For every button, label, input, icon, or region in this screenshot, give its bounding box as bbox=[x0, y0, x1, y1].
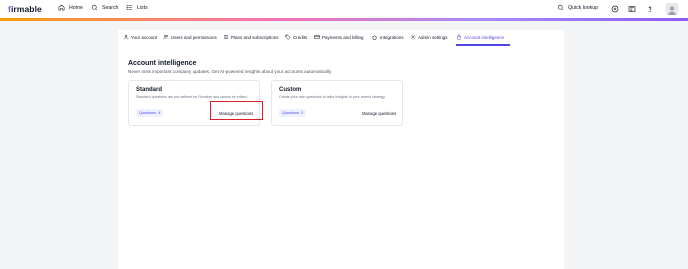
nav-home[interactable]: Home bbox=[58, 4, 83, 11]
tab-label: Admin settings bbox=[418, 34, 448, 40]
badge-label: Questions bbox=[282, 111, 300, 115]
custom-card: Custom Create your own questions to tail… bbox=[271, 80, 403, 126]
card-title: Standard bbox=[136, 87, 163, 93]
nav-search[interactable]: Search bbox=[91, 4, 118, 11]
badge-label: Questions bbox=[139, 111, 157, 115]
quick-lookup-button[interactable]: Quick lookup bbox=[557, 4, 598, 11]
user-avatar-icon bbox=[668, 6, 676, 15]
tab-integrations[interactable]: Integrations bbox=[372, 34, 404, 40]
help-icon bbox=[648, 6, 651, 12]
search-icon bbox=[557, 4, 564, 11]
users-icon bbox=[163, 34, 169, 40]
manage-questions-button[interactable]: Manage questions bbox=[358, 105, 401, 121]
tab-label: Account intelligence bbox=[464, 34, 505, 40]
tab-users-and-permissions[interactable]: Users and permissions bbox=[163, 34, 217, 40]
tab-admin-settings[interactable]: Admin settings bbox=[410, 34, 448, 40]
settings-tabs: Your account Users and permissions Plans… bbox=[118, 30, 564, 47]
tab-label: Plans and subscriptions bbox=[231, 34, 279, 40]
list-icon bbox=[224, 35, 228, 39]
gear-icon bbox=[410, 34, 416, 40]
badge-count: 2 bbox=[301, 111, 304, 115]
tab-label: Payments and billing bbox=[322, 34, 364, 40]
questions-badge: Questions 2 bbox=[279, 109, 307, 117]
tag-icon bbox=[285, 34, 291, 40]
tab-account-intelligence[interactable]: Account intelligence bbox=[456, 34, 504, 40]
tab-label: Credits bbox=[293, 34, 308, 40]
tab-label: Users and permissions bbox=[171, 34, 217, 40]
tab-your-account[interactable]: Your account bbox=[123, 34, 157, 40]
brand-gradient-bar bbox=[0, 18, 688, 21]
add-button[interactable] bbox=[610, 4, 619, 13]
help-button[interactable] bbox=[645, 4, 654, 13]
page-title: Account intelligence bbox=[128, 60, 197, 67]
card-description: Create your own questions to tailor insi… bbox=[279, 95, 386, 99]
firmable-logo[interactable]: firmable bbox=[8, 4, 42, 14]
search-icon bbox=[91, 4, 98, 11]
plus-circle-icon bbox=[611, 5, 618, 12]
badge-count: 4 bbox=[158, 111, 161, 115]
nav-lists[interactable]: Lists bbox=[126, 4, 148, 11]
tab-label: Integrations bbox=[380, 34, 404, 40]
top-navbar: firmable Home Search Lists Quick lookup bbox=[0, 0, 688, 18]
nav-home-label: Home bbox=[69, 4, 83, 11]
list-icon bbox=[126, 5, 133, 10]
tab-payments-and-billing[interactable]: Payments and billing bbox=[314, 34, 364, 40]
user-icon bbox=[123, 34, 129, 40]
puzzle-icon bbox=[372, 35, 377, 40]
nav-lists-label: Lists bbox=[137, 4, 148, 11]
highlight-box bbox=[210, 101, 263, 120]
home-icon bbox=[58, 4, 65, 11]
quick-lookup-label: Quick lookup bbox=[568, 4, 598, 11]
card-description: Standard questions are pre-defined by Fi… bbox=[136, 95, 248, 99]
tab-credits[interactable]: Credits bbox=[285, 34, 307, 40]
avatar[interactable] bbox=[666, 3, 678, 15]
tab-plans-and-subscriptions[interactable]: Plans and subscriptions bbox=[223, 34, 279, 40]
page-subtitle: Never miss important company updates. Ge… bbox=[128, 69, 332, 74]
nav-search-label: Search bbox=[102, 4, 119, 11]
newspaper-icon bbox=[628, 5, 635, 12]
lock-icon bbox=[457, 34, 461, 40]
card-title: Custom bbox=[279, 87, 302, 93]
main-content: Account intelligence Never miss importan… bbox=[118, 46, 564, 269]
tab-label: Your account bbox=[131, 34, 158, 40]
questions-badge: Questions 4 bbox=[136, 109, 164, 117]
news-button[interactable] bbox=[627, 4, 636, 13]
card-icon bbox=[314, 35, 320, 39]
